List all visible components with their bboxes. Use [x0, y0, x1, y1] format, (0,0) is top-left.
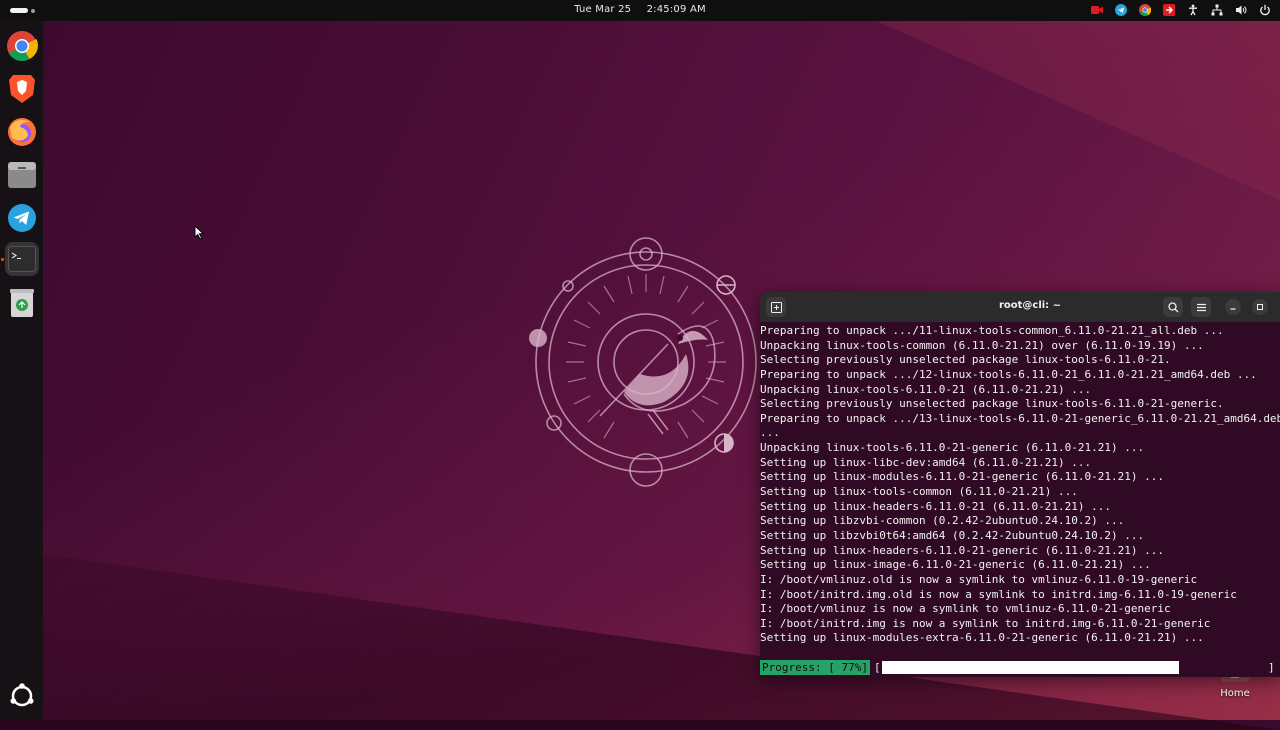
terminal-line: Setting up libzvbi-common (0.2.42-2ubunt… — [760, 514, 1125, 528]
clock-date: Tue Mar 25 — [574, 4, 632, 15]
terminal-line: Setting up linux-modules-extra-6.11.0-21… — [760, 631, 1204, 645]
terminal-line: I: /boot/vmlinuz.old is now a symlink to… — [760, 572, 1198, 586]
terminal-line: Setting up linux-tools-common (6.11.0-21… — [760, 485, 1078, 499]
maximize-button[interactable] — [1252, 299, 1268, 315]
terminal-line: ... — [760, 426, 780, 440]
chrome-tray-icon[interactable] — [1138, 3, 1152, 17]
terminal-line: Preparing to unpack .../13-linux-tools-6… — [760, 411, 1280, 425]
show-apps-icon[interactable] — [5, 679, 39, 713]
terminal-line: Unpacking linux-tools-common (6.11.0-21.… — [760, 338, 1204, 352]
files-icon[interactable] — [5, 158, 39, 192]
mouse-pointer-icon — [194, 225, 204, 240]
clock[interactable]: Tue Mar 25 2:45:09 AM — [0, 4, 1280, 15]
terminal-line: I: /boot/vmlinuz is now a symlink to vml… — [760, 602, 1171, 616]
search-button[interactable] — [1163, 297, 1183, 317]
terminal-line: I: /boot/initrd.img.old is now a symlink… — [760, 587, 1237, 601]
top-bar: Tue Mar 25 2:45:09 AM — [0, 0, 1280, 21]
minimize-button[interactable] — [1225, 299, 1241, 315]
search-icon — [1167, 301, 1178, 312]
trash-icon[interactable] — [5, 286, 39, 320]
progress-label: Progress: [ 77%] — [760, 660, 870, 675]
terminal-icon[interactable] — [5, 242, 39, 276]
running-indicator — [1, 258, 4, 261]
terminal-line: Unpacking linux-tools-6.11.0-21-generic … — [760, 441, 1145, 455]
accessibility-icon[interactable] — [1186, 3, 1200, 17]
ubuntu-release-emblem — [529, 237, 757, 487]
terminal-headerbar[interactable]: root@cli: ~ — [760, 292, 1280, 322]
progress-bracket-open: [ — [874, 661, 881, 674]
terminal-line: Setting up linux-headers-6.11.0-21-gener… — [760, 543, 1164, 557]
screencast-icon[interactable] — [1162, 3, 1176, 17]
terminal-line: Setting up libzvbi0t64:amd64 (0.2.42-2ub… — [760, 528, 1145, 542]
terminal-output[interactable]: Preparing to unpack .../11-linux-tools-c… — [760, 324, 1280, 644]
menu-button[interactable] — [1191, 297, 1211, 317]
dock — [0, 21, 43, 720]
screen-record-icon[interactable] — [1090, 3, 1104, 17]
home-folder-label: Home — [1220, 688, 1250, 699]
system-tray[interactable] — [1090, 3, 1272, 17]
hamburger-menu-icon — [1196, 303, 1206, 311]
minimize-icon — [1230, 308, 1236, 310]
progress-bracket-close: ] — [1268, 661, 1275, 674]
terminal-line: Setting up linux-image-6.11.0-21-generic… — [760, 558, 1151, 572]
terminal-line: Preparing to unpack .../12-linux-tools-6… — [760, 367, 1257, 381]
apt-progress-bar: Progress: [ 77%] [ ] — [760, 660, 1280, 675]
progress-fill — [882, 661, 1179, 674]
terminal-line: Setting up linux-headers-6.11.0-21 (6.11… — [760, 499, 1111, 513]
telegram-tray-icon[interactable] — [1114, 3, 1128, 17]
clock-time: 2:45:09 AM — [646, 4, 706, 15]
telegram-icon[interactable] — [5, 201, 39, 235]
power-icon[interactable] — [1258, 3, 1272, 17]
brave-icon[interactable] — [5, 72, 39, 106]
terminal-line: Preparing to unpack .../11-linux-tools-c… — [760, 324, 1224, 337]
terminal-line: Setting up linux-modules-6.11.0-21-gener… — [760, 470, 1164, 484]
terminal-line: I: /boot/initrd.img is now a symlink to … — [760, 616, 1211, 630]
terminal-line: Selecting previously unselected package … — [760, 353, 1171, 367]
chrome-icon[interactable] — [5, 29, 39, 63]
terminal-line: Selecting previously unselected package … — [760, 397, 1224, 411]
terminal-line: Setting up linux-libc-dev:amd64 (6.11.0-… — [760, 455, 1092, 469]
terminal-window[interactable]: root@cli: ~ Preparing to unpack .../11-l… — [760, 292, 1280, 677]
firefox-icon[interactable] — [5, 115, 39, 149]
maximize-icon — [1257, 304, 1263, 310]
volume-icon[interactable] — [1234, 3, 1248, 17]
terminal-line: Unpacking linux-tools-6.11.0-21 (6.11.0-… — [760, 382, 1092, 396]
network-icon[interactable] — [1210, 3, 1224, 17]
